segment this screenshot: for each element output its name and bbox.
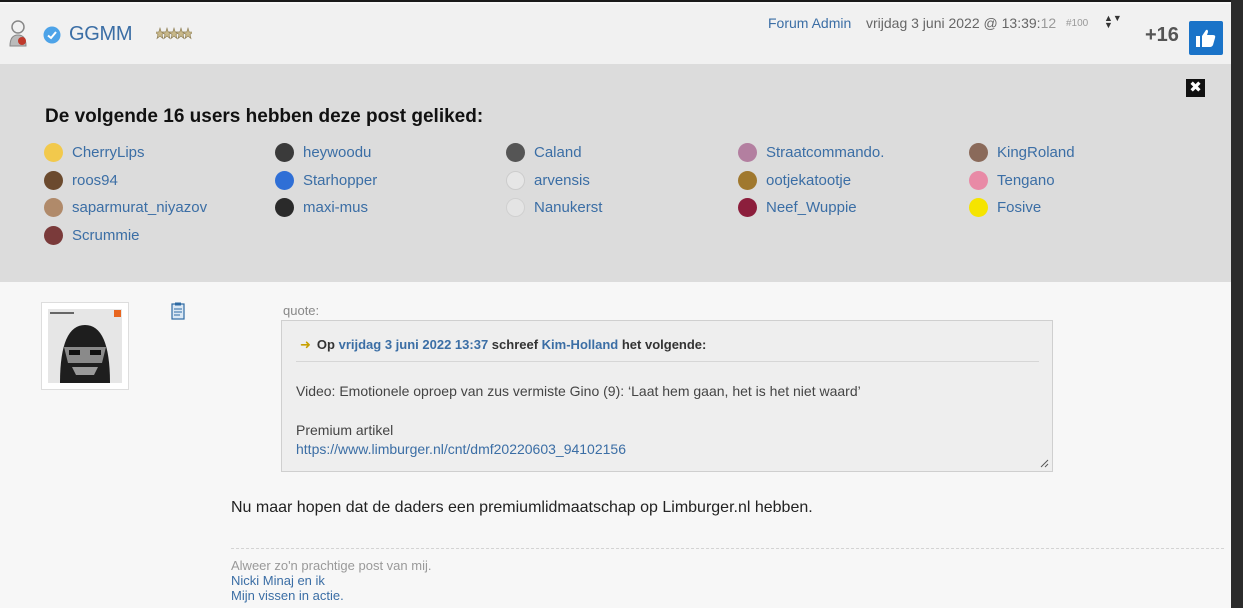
- post-author[interactable]: GGMM: [69, 23, 133, 46]
- liker-name: Scrummie: [72, 227, 140, 244]
- up-down-arrows-icon[interactable]: ▲▼ ▼: [1104, 14, 1122, 30]
- likes-title: De volgende 16 users hebben deze post ge…: [45, 106, 484, 127]
- quote-divider: [296, 361, 1039, 362]
- quote-suffix: het volgende:: [621, 337, 707, 352]
- avatar: [506, 171, 525, 190]
- liker-name: maxi-mus: [303, 199, 369, 216]
- avatar: [44, 143, 63, 162]
- liker-name: Caland: [534, 144, 582, 161]
- liker-name: CherryLips: [72, 144, 145, 161]
- post-date-seconds: 12: [1040, 15, 1057, 31]
- quote-author-link[interactable]: Kim-Holland: [542, 337, 619, 352]
- rank-stars-icon: [156, 27, 192, 40]
- forum-post: GGMM Forum Admin vrijdag 3 juni 2022 @ 1…: [0, 0, 1231, 608]
- liker-name: Nanukerst: [534, 199, 603, 216]
- like-button[interactable]: [1189, 21, 1223, 55]
- avatar: [275, 171, 294, 190]
- avatar: [44, 198, 63, 217]
- liker-name: saparmurat_niyazov: [72, 199, 208, 216]
- signature-divider: [231, 548, 1224, 549]
- avatar: [506, 198, 525, 217]
- post-number[interactable]: #100: [1066, 18, 1088, 29]
- liker-name: Straatcommando.: [766, 144, 885, 161]
- author-role[interactable]: Forum Admin: [768, 15, 851, 31]
- avatar: [969, 143, 988, 162]
- signature-link[interactable]: Nicki Minaj en ik: [231, 573, 325, 588]
- avatar: [44, 226, 63, 245]
- avatar: [738, 143, 757, 162]
- liker-name: Tengano: [997, 172, 1055, 189]
- avatar: [275, 143, 294, 162]
- quote-middle: schreef: [491, 337, 539, 352]
- quote-header: ➜ Op vrijdag 3 juni 2022 13:37 schreef Ki…: [300, 337, 706, 353]
- post-date: vrijdag 3 juni 2022 @ 13:39:12: [866, 15, 1056, 31]
- quote-label: quote:: [283, 303, 320, 318]
- quote-prefix: Op: [316, 337, 335, 352]
- clipboard-icon[interactable]: [171, 302, 185, 320]
- post-date-main: vrijdag 3 juni 2022 @ 13:39:: [866, 15, 1041, 31]
- liker-name: Fosive: [997, 199, 1042, 216]
- quote-text: Video: Emotionele oproep van zus vermist…: [296, 383, 861, 399]
- avatar: [738, 198, 757, 217]
- arrow-right-icon: ➜: [300, 337, 311, 352]
- liker-name: ootjekatootje: [766, 172, 852, 189]
- like-count[interactable]: +16: [1145, 24, 1179, 47]
- liker-name: arvensis: [534, 172, 590, 189]
- quote-premium-label: Premium artikel: [296, 422, 394, 438]
- quote-date-link[interactable]: vrijdag 3 juni 2022 13:37: [339, 337, 489, 352]
- liker-name: KingRoland: [997, 144, 1075, 161]
- author-avatar[interactable]: [41, 302, 129, 390]
- masked-face-avatar: [42, 303, 128, 389]
- verified-icon: [43, 26, 61, 44]
- avatar: [44, 171, 63, 190]
- user-status-icon: [9, 20, 27, 47]
- post-body-text: Nu maar hopen dat de daders een premiuml…: [231, 499, 813, 516]
- liker-name: Neef_Wuppie: [766, 199, 857, 216]
- avatar: [969, 171, 988, 190]
- avatar: [275, 198, 294, 217]
- post-header: GGMM Forum Admin vrijdag 3 juni 2022 @ 1…: [0, 4, 1231, 64]
- liker-name: roos94: [72, 172, 118, 189]
- resize-handle-icon[interactable]: [1040, 459, 1049, 468]
- likes-panel: ✖ De volgende 16 users hebben deze post …: [0, 64, 1231, 282]
- signature-link[interactable]: Mijn vissen in actie.: [231, 588, 344, 603]
- avatar: [738, 171, 757, 190]
- close-icon[interactable]: ✖: [1186, 79, 1205, 97]
- thumbs-up-icon: [1196, 29, 1216, 47]
- liker-name: Starhopper: [303, 172, 378, 189]
- signature-text: Alweer zo'n prachtige post van mij.: [231, 558, 432, 573]
- avatar: [969, 198, 988, 217]
- quote-box: ➜ Op vrijdag 3 juni 2022 13:37 schreef Ki…: [281, 320, 1053, 472]
- avatar: [506, 143, 525, 162]
- quote-url-link[interactable]: https://www.limburger.nl/cnt/dmf20220603…: [296, 441, 626, 457]
- liker-name: heywoodu: [303, 144, 372, 161]
